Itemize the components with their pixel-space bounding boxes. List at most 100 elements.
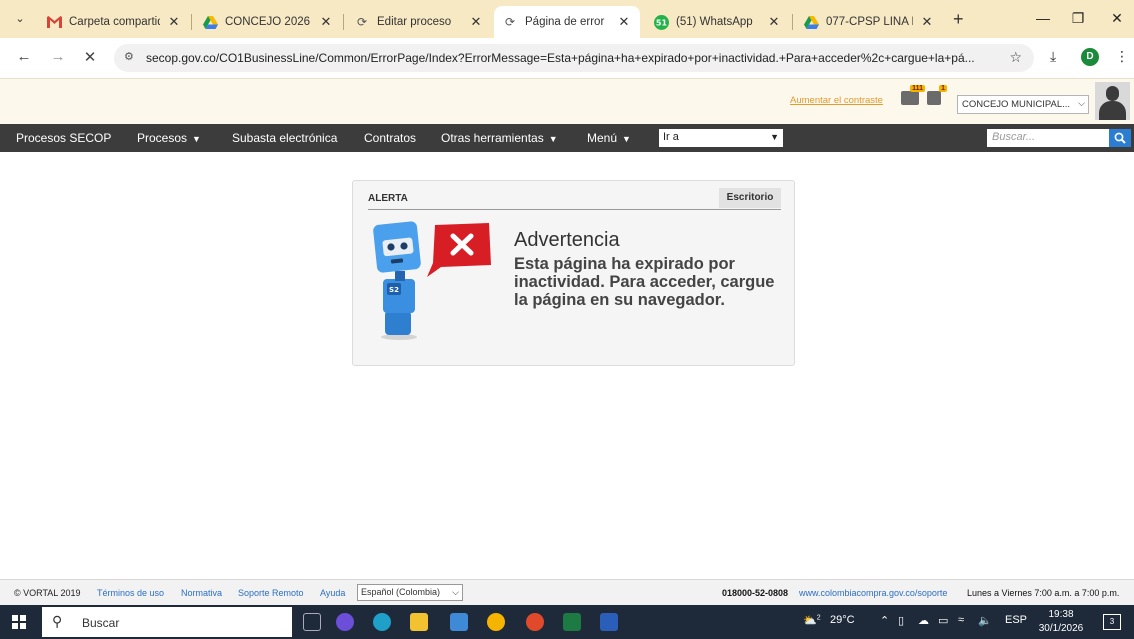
windows-taskbar: ⚲ Buscar ⛅2 29°C ⌃ ▯ ☁ ▭ ≈ 🔈 ESP 19:38 3…: [0, 605, 1134, 639]
minimize-icon[interactable]: —: [1033, 10, 1053, 26]
increase-contrast-link[interactable]: Aumentar el contraste: [790, 95, 883, 106]
close-icon[interactable]: ✕: [318, 14, 334, 30]
kebab-menu-icon[interactable]: ⋮: [1115, 48, 1129, 65]
restore-window-icon[interactable]: ❐: [1068, 10, 1088, 27]
normativa-link[interactable]: Normativa: [181, 588, 222, 598]
goto-select[interactable]: Ir a ▼: [659, 129, 783, 147]
nav-procesos[interactable]: Procesos ▼: [137, 131, 201, 145]
wifi-icon[interactable]: ≈: [958, 614, 964, 626]
tab-gmail[interactable]: Carpeta compartid ✕: [38, 6, 190, 38]
main-navbar: Procesos SECOP Procesos ▼ Subasta electró…: [0, 124, 1134, 152]
close-window-icon[interactable]: ✕: [1107, 10, 1127, 27]
site-info-icon[interactable]: ⚙: [124, 50, 134, 63]
chevron-down-icon: ⌵: [1078, 98, 1085, 108]
download-icon[interactable]: ⤓: [1050, 48, 1056, 65]
tasks-icon[interactable]: 1: [927, 85, 947, 105]
temperature-text: 29°C: [830, 614, 855, 626]
help-link[interactable]: Ayuda: [320, 588, 345, 598]
loading-icon: ⟳: [504, 15, 516, 29]
tab-divider: [343, 14, 344, 30]
language-select[interactable]: Español (Colombia) ⌵: [357, 584, 463, 601]
divider: [368, 209, 781, 210]
caret-down-icon: ▼: [548, 134, 558, 144]
address-bar[interactable]: ⚙ secop.gov.co/CO1BusinessLine/Common/Er…: [114, 44, 1034, 72]
support-url-link[interactable]: www.colombiacompra.gov.co/soporte: [799, 588, 947, 598]
drive-icon: [202, 14, 218, 30]
profile-avatar[interactable]: D: [1081, 48, 1099, 66]
weather-icon[interactable]: ⛅2: [803, 614, 821, 627]
warning-message: Esta página ha expirado por inactividad.…: [514, 255, 775, 309]
tasks-badge: 1: [939, 85, 947, 92]
show-hidden-icons-icon[interactable]: ⌃: [880, 614, 889, 627]
drive-icon: [803, 14, 819, 30]
mail-app-icon[interactable]: [450, 613, 468, 631]
search-input[interactable]: Buscar...: [987, 129, 1109, 147]
caret-down-icon: ▼: [192, 134, 201, 144]
robot-mascot-icon: S2: [373, 221, 491, 340]
battery-icon[interactable]: ▯: [898, 614, 904, 627]
alert-card: ALERTA Escritorio S2 Advertencia Esta pá…: [352, 180, 795, 366]
url-text[interactable]: secop.gov.co/CO1BusinessLine/Common/Erro…: [146, 51, 996, 65]
back-arrow-icon[interactable]: ←: [14, 48, 34, 65]
notification-center-icon[interactable]: 3: [1103, 614, 1121, 630]
terms-link[interactable]: Términos de uso: [97, 588, 164, 598]
whatsapp-icon: 51: [653, 14, 669, 30]
nav-menu[interactable]: Menú ▼: [587, 131, 631, 145]
support-hours: Lunes a Viernes 7:00 a.m. a 7:00 p.m.: [967, 588, 1120, 598]
system-clock[interactable]: 19:38 30/1/2026: [1036, 608, 1086, 636]
remote-support-link[interactable]: Soporte Remoto: [238, 588, 304, 598]
tab-divider: [792, 14, 793, 30]
close-icon[interactable]: ✕: [468, 14, 484, 30]
word-icon[interactable]: [600, 613, 618, 631]
file-explorer-icon[interactable]: [410, 613, 428, 631]
user-avatar[interactable]: [1095, 82, 1130, 120]
entity-select[interactable]: CONCEJO MUNICIPAL... ⌵: [957, 95, 1089, 114]
tab-editar-proceso[interactable]: ⟳ Editar proceso ✕: [346, 6, 492, 38]
stop-loading-icon[interactable]: ✕: [80, 48, 100, 66]
nav-subasta-electronica[interactable]: Subasta electrónica: [232, 131, 337, 145]
volume-icon[interactable]: 🔈: [978, 614, 992, 627]
site-footer: © VORTAL 2019 Términos de uso Normativa …: [0, 579, 1134, 605]
tab-divider: [191, 14, 192, 30]
mail-icon[interactable]: 111: [901, 85, 925, 105]
tab-whatsapp[interactable]: 51 (51) WhatsApp ✕: [645, 6, 790, 38]
robot-label: S2: [389, 286, 399, 294]
tab-list-chevron-icon[interactable]: ⌄: [10, 9, 30, 29]
cloud-icon[interactable]: ☁: [918, 614, 929, 627]
desktop-tab[interactable]: Escritorio: [719, 188, 781, 208]
input-language[interactable]: ESP: [1005, 614, 1027, 626]
nav-procesos-secop[interactable]: Procesos SECOP: [16, 131, 111, 145]
close-icon[interactable]: ✕: [616, 14, 632, 30]
nav-contratos[interactable]: Contratos: [364, 131, 416, 145]
gmail-icon: [46, 14, 62, 30]
close-icon[interactable]: ✕: [166, 14, 182, 30]
excel-icon[interactable]: [563, 613, 581, 631]
site-header: Aumentar el contraste 111 1 CONCEJO MUNI…: [0, 78, 1134, 124]
windows-start-icon[interactable]: [12, 615, 26, 629]
close-icon[interactable]: ✕: [919, 14, 935, 30]
tab-concejo-drive[interactable]: CONCEJO 2026 - ( ✕: [194, 6, 342, 38]
browser-tabstrip: ⌄ Carpeta compartid ✕ CONCEJO 2026 - ( ✕…: [0, 0, 1134, 38]
svg-text:51: 51: [655, 18, 667, 27]
search-button[interactable]: [1109, 129, 1131, 147]
display-icon[interactable]: ▭: [938, 614, 948, 627]
chrome-profile-icon[interactable]: [526, 613, 544, 631]
taskbar-search[interactable]: ⚲ Buscar: [42, 607, 292, 637]
search-icon: [1114, 132, 1126, 144]
edge-icon[interactable]: [373, 613, 391, 631]
copyright-text: © VORTAL 2019: [14, 588, 81, 598]
chrome-icon[interactable]: [487, 613, 505, 631]
warning-heading: Advertencia: [514, 229, 620, 251]
close-icon[interactable]: ✕: [766, 14, 782, 30]
nav-otras-herramientas[interactable]: Otras herramientas ▼: [441, 131, 558, 145]
tab-077-cpsp[interactable]: 077-CPSP LINA M ✕: [795, 6, 943, 38]
task-view-icon[interactable]: [303, 613, 321, 631]
search-icon: ⚲: [52, 613, 63, 629]
alert-title: ALERTA: [368, 193, 408, 204]
tab-pagina-de-error[interactable]: ⟳ Página de error ✕: [494, 6, 640, 38]
forward-arrow-icon[interactable]: →: [48, 48, 68, 65]
bookmark-star-icon[interactable]: ☆: [1009, 49, 1022, 66]
chevron-down-icon: ⌵: [452, 587, 459, 597]
copilot-icon[interactable]: [336, 613, 354, 631]
new-tab-button[interactable]: +: [953, 10, 964, 28]
